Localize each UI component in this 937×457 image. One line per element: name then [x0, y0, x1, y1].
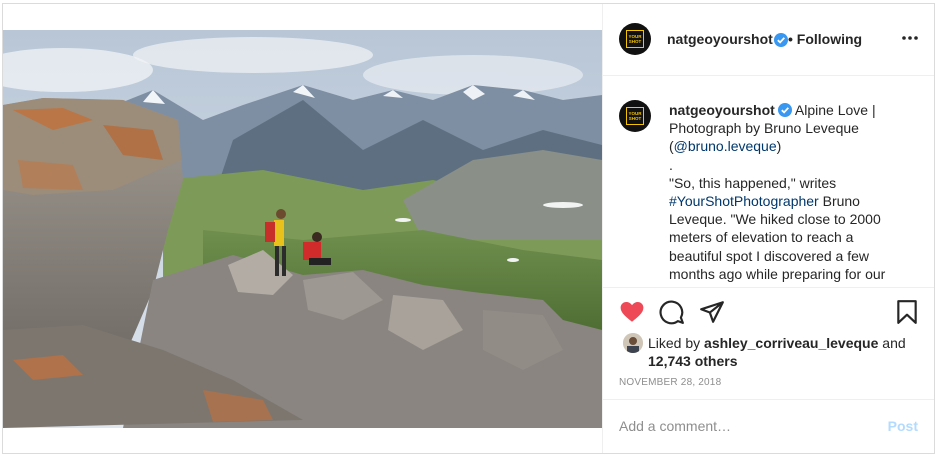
likes-text: Liked by ashley_corriveau_leveque and 12… [648, 334, 928, 370]
bookmark-icon[interactable] [894, 299, 920, 325]
action-bar [603, 288, 934, 336]
your-shot-logo: YOUR SHOT [626, 30, 644, 48]
caption-mention-close: ) [776, 138, 782, 155]
heart-filled-icon[interactable] [619, 299, 645, 325]
post-photo[interactable] [3, 30, 602, 428]
likes-prefix: Liked by [648, 335, 705, 351]
mention-link[interactable]: @bruno.leveque [674, 138, 777, 154]
caption-text: natgeoyourshot Alpine Love | Photograph … [669, 101, 899, 283]
liker-avatar-image [623, 333, 643, 353]
post-side-panel: YOUR SHOT natgeoyourshot • Following YOU… [602, 4, 934, 453]
likes-count-link[interactable]: 12,743 others [648, 353, 738, 369]
share-icon[interactable] [699, 299, 725, 325]
avatar-logo-text-bottom: SHOT [628, 39, 642, 44]
caption-username[interactable]: natgeoyourshot [669, 102, 775, 118]
post-card: YOUR SHOT natgeoyourshot • Following YOU… [2, 3, 935, 454]
hashtag-link[interactable]: #YourShotPhotographer [669, 193, 819, 209]
your-shot-logo: YOUR SHOT [626, 107, 644, 125]
post-header: YOUR SHOT natgeoyourshot • Following [603, 4, 934, 76]
post-caption: YOUR SHOT natgeoyourshot Alpine Love | P… [603, 76, 934, 288]
verified-badge-icon [774, 33, 788, 47]
comment-icon[interactable] [659, 299, 685, 325]
account-avatar[interactable]: YOUR SHOT [619, 23, 651, 55]
alpine-landscape-image [3, 30, 602, 428]
post-date[interactable]: NOVEMBER 28, 2018 [619, 377, 721, 388]
post-comment-button[interactable]: Post [888, 418, 918, 434]
liker-avatar[interactable] [623, 333, 643, 353]
likes-and: and [878, 335, 906, 351]
caption-avatar[interactable]: YOUR SHOT [619, 100, 651, 132]
liker-username[interactable]: ashley_corriveau_leveque [704, 335, 878, 351]
more-options-icon[interactable] [900, 28, 920, 48]
caption-body: "So, this happened," writes #YourShotPho… [669, 174, 899, 283]
caption-line1: "So, this happened," writes [669, 174, 837, 191]
comment-box: Add a comment… Post [603, 399, 934, 453]
caption-dot: . [669, 156, 673, 173]
following-status[interactable]: • Following [788, 31, 862, 47]
avatar-logo-text-bottom: SHOT [628, 116, 642, 121]
verified-badge-icon [777, 103, 792, 117]
header-username[interactable]: natgeoyourshot [667, 31, 773, 47]
comment-input[interactable]: Add a comment… [619, 418, 731, 434]
